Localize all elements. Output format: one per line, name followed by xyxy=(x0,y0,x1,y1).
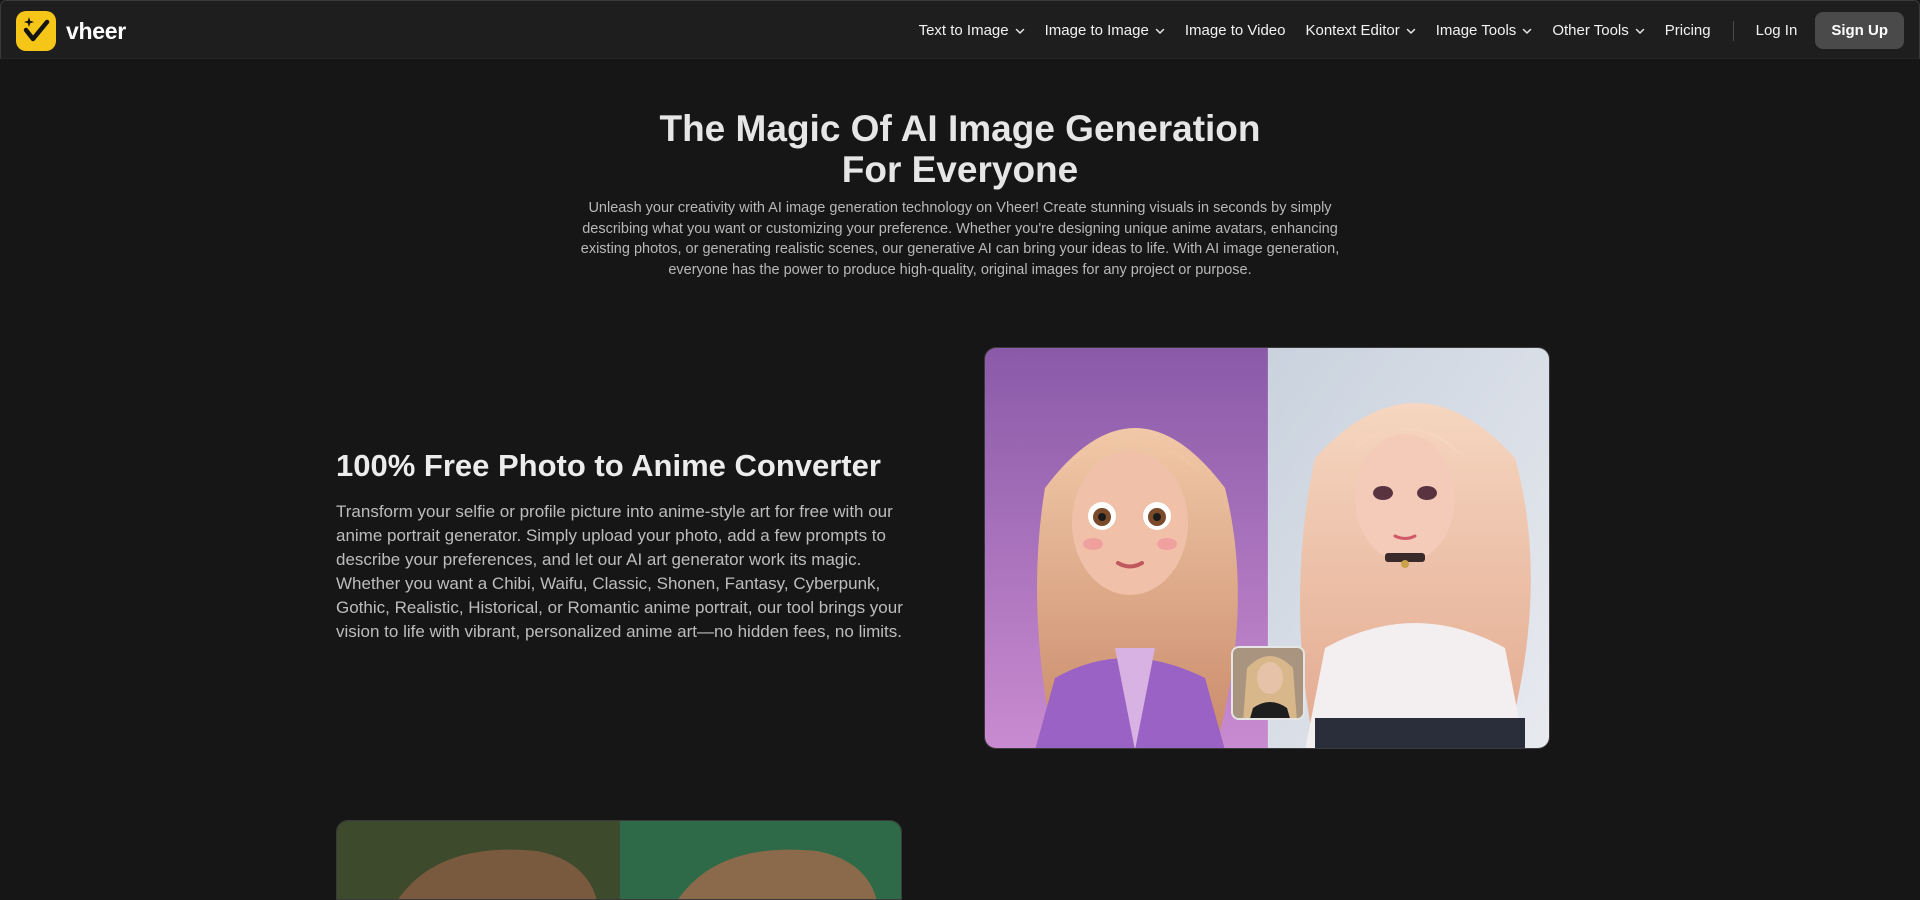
main-nav: Text to Image Image to Image Image to Vi… xyxy=(909,12,1904,49)
brand-name: vheer xyxy=(66,17,126,44)
nav-text-to-image[interactable]: Text to Image xyxy=(909,12,1035,49)
login-link[interactable]: Log In xyxy=(1746,22,1808,39)
nav-other-tools[interactable]: Other Tools xyxy=(1542,12,1654,49)
nav-label: Text to Image xyxy=(918,22,1009,39)
chevron-down-icon xyxy=(1155,28,1165,34)
chevron-down-icon xyxy=(1406,28,1415,34)
nav-pricing[interactable]: Pricing xyxy=(1655,12,1721,49)
nav-label: Image Tools xyxy=(1435,22,1517,39)
nav-label: Other Tools xyxy=(1552,22,1629,39)
nav-image-to-image[interactable]: Image to Image xyxy=(1035,12,1175,49)
hero-title-line-1: The Magic Of AI Image Generation xyxy=(659,108,1261,149)
nav-image-to-video[interactable]: Image to Video xyxy=(1175,12,1296,49)
hero-title: The Magic Of AI Image Generation For Eve… xyxy=(0,108,1920,190)
anime-conversion-example-image xyxy=(984,347,1550,749)
original-photo-thumbnail xyxy=(1231,646,1305,720)
nav-label: Image to Video xyxy=(1184,22,1286,39)
hero-title-line-2: For Everyone xyxy=(841,149,1079,190)
nav-image-tools[interactable]: Image Tools xyxy=(1426,12,1543,49)
hero-description: Unleash your creativity with AI image ge… xyxy=(580,200,1340,278)
nav-divider xyxy=(1732,20,1734,41)
chevron-down-icon xyxy=(1523,28,1532,34)
feature-description: Transform your selfie or profile picture… xyxy=(336,502,903,641)
top-navbar: vheer Text to Image Image to Image Image… xyxy=(0,0,1920,59)
chevron-down-icon xyxy=(1015,28,1024,34)
nav-label: Pricing xyxy=(1664,22,1711,39)
checkmark-sparkle-logo-icon xyxy=(16,11,56,51)
nav-kontext-editor[interactable]: Kontext Editor xyxy=(1295,12,1425,49)
nav-label: Kontext Editor xyxy=(1305,22,1400,39)
photo-conversion-example-image xyxy=(336,820,902,900)
chevron-down-icon xyxy=(1635,28,1644,34)
nav-label: Image to Image xyxy=(1044,22,1149,39)
feature-title: 100% Free Photo to Anime Converter xyxy=(336,448,881,483)
signup-button[interactable]: Sign Up xyxy=(1815,12,1904,49)
brand-logo-link[interactable]: vheer xyxy=(16,11,126,51)
